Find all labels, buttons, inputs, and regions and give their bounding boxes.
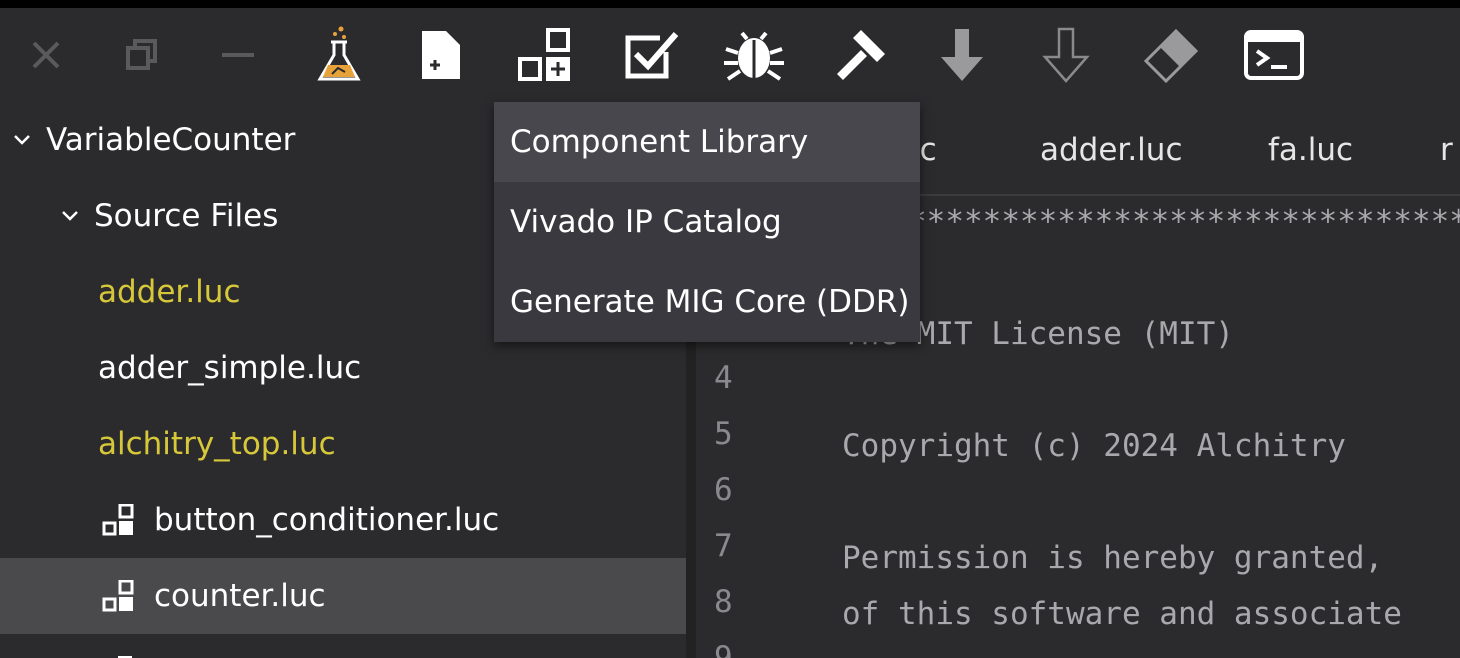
file-label: counter.luc bbox=[154, 577, 326, 614]
chevron-down-icon bbox=[14, 135, 30, 145]
line-number: 9 bbox=[714, 640, 733, 658]
line-number: 4 bbox=[714, 360, 733, 396]
debug-button[interactable] bbox=[714, 8, 794, 102]
build-hammer-icon bbox=[837, 30, 885, 80]
load-ram-button[interactable] bbox=[1026, 8, 1106, 102]
check-button[interactable] bbox=[611, 8, 691, 102]
tree-file-counter[interactable]: counter.luc bbox=[0, 558, 686, 634]
code-software-line: of this software and associate bbox=[842, 596, 1402, 632]
component-icon bbox=[102, 580, 134, 612]
load-flash-button[interactable] bbox=[922, 8, 1002, 102]
window-top-edge bbox=[0, 0, 1460, 8]
build-button[interactable] bbox=[820, 8, 900, 102]
restore-icon bbox=[126, 39, 157, 70]
line-number: 5 bbox=[714, 416, 733, 452]
tab-partial-right[interactable]: r bbox=[1440, 132, 1453, 168]
flask-button[interactable] bbox=[299, 8, 379, 102]
component-dropdown-menu: Component Library Vivado IP Catalog Gene… bbox=[494, 102, 920, 342]
toolbar bbox=[0, 8, 1460, 102]
file-label: adder_simple.luc bbox=[98, 349, 362, 386]
minimize-button[interactable] bbox=[198, 8, 278, 102]
load-flash-icon bbox=[941, 29, 983, 81]
file-label: adder.luc bbox=[98, 273, 241, 310]
file-label: alchitry_top.luc bbox=[98, 425, 336, 462]
component-icon bbox=[102, 504, 134, 536]
project-name: VariableCounter bbox=[46, 121, 296, 158]
file-label: button_conditioner.luc bbox=[154, 501, 500, 538]
code-copyright-line: Copyright (c) 2024 Alchitry bbox=[842, 428, 1346, 464]
tree-file-button-conditioner[interactable]: button_conditioner.luc bbox=[0, 482, 686, 558]
minimize-icon bbox=[222, 53, 254, 57]
check-icon bbox=[625, 32, 679, 79]
code-comment-stars: ****************************************… bbox=[908, 204, 1460, 240]
debug-bug-icon bbox=[724, 31, 784, 81]
line-number: 6 bbox=[714, 472, 733, 508]
chevron-down-icon bbox=[62, 211, 78, 221]
folder-name: Source Files bbox=[94, 197, 279, 234]
line-number: 8 bbox=[714, 584, 733, 620]
line-number: 7 bbox=[714, 528, 733, 564]
erase-button[interactable] bbox=[1130, 8, 1210, 102]
add-component-button[interactable] bbox=[505, 8, 585, 102]
tree-file-alchitry-top[interactable]: alchitry_top.luc bbox=[0, 406, 686, 482]
load-ram-icon bbox=[1042, 27, 1090, 83]
tab-adder[interactable]: adder.luc bbox=[1040, 132, 1182, 168]
restore-button[interactable] bbox=[102, 8, 182, 102]
menu-item-component-library[interactable]: Component Library bbox=[494, 102, 920, 182]
close-button[interactable] bbox=[6, 8, 86, 102]
tab-fa[interactable]: fa.luc bbox=[1268, 132, 1353, 168]
new-file-icon bbox=[422, 31, 460, 79]
terminal-icon bbox=[1244, 30, 1304, 80]
menu-item-vivado-ip-catalog[interactable]: Vivado IP Catalog bbox=[494, 182, 920, 262]
close-icon bbox=[32, 41, 60, 69]
code-permission-line: Permission is hereby granted, bbox=[842, 540, 1384, 576]
erase-icon bbox=[1143, 28, 1199, 83]
terminal-button[interactable] bbox=[1234, 8, 1314, 102]
flask-icon bbox=[317, 26, 361, 81]
add-component-icon bbox=[518, 28, 570, 81]
menu-item-generate-mig-core[interactable]: Generate MIG Core (DDR) bbox=[494, 262, 920, 342]
new-file-button[interactable] bbox=[402, 8, 482, 102]
